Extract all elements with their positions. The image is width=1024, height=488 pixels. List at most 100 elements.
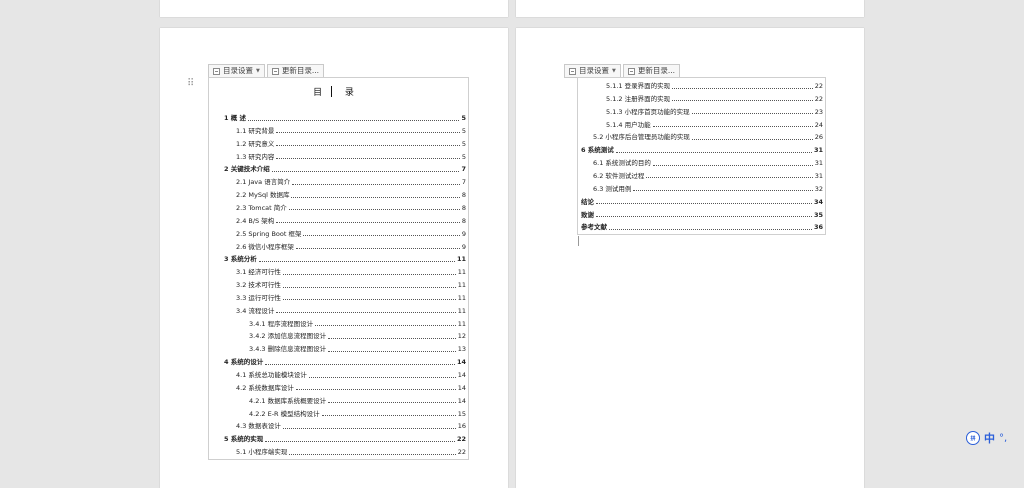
toc-entry-label: 4.3 数据表设计 xyxy=(236,422,281,431)
toc-leader-dots xyxy=(303,235,460,237)
toc-entry[interactable]: 1.1 研究背景 5 xyxy=(209,125,468,137)
toc-entry[interactable]: 6 系统测试 31 xyxy=(578,144,825,156)
toc-leader-dots xyxy=(282,427,456,429)
toc-entry[interactable]: 1 概 述 5 xyxy=(209,112,468,124)
toc-entry-label: 3 系统分析 xyxy=(224,255,257,264)
toc-leader-dots xyxy=(308,376,456,378)
ime-mode-label[interactable]: 中 xyxy=(984,430,995,446)
toc-leader-dots xyxy=(276,145,460,147)
toc-entry[interactable]: 6.1 系统测试的目的 31 xyxy=(578,157,825,169)
toc-entry[interactable]: 2.2 MySql 数据库 8 xyxy=(209,189,468,201)
toc-entry[interactable]: 6.2 软件测试过程 31 xyxy=(578,170,825,182)
toc-entry[interactable]: 4.3 数据表设计 16 xyxy=(209,420,468,432)
toc-entry-label: 6.1 系统测试的目的 xyxy=(593,159,651,168)
toc-entry-label: 5.1.4 用户功能 xyxy=(606,120,651,129)
toc-entry[interactable]: 3.4.3 删除信息流程图设计 13 xyxy=(209,343,468,355)
toc-entry[interactable]: 参考文献 36 xyxy=(578,221,825,233)
ime-logo-icon[interactable]: 拼 xyxy=(966,431,980,445)
toc-content-control-left[interactable]: 目 录 1 概 述 5 1.1 研究背景 5 1.2 研究意义 5 1.3 研究内容 5 2 关… xyxy=(208,77,469,460)
toc-leader-dots xyxy=(315,325,456,327)
toc-entry[interactable]: 3.4.1 程序流程图设计 11 xyxy=(209,318,468,330)
toc-leader-dots xyxy=(291,196,460,198)
toc-entry[interactable]: 2.1 Java 语言简介 7 xyxy=(209,176,468,188)
toc-leader-dots xyxy=(248,119,460,121)
toc-entry-page: 34 xyxy=(813,197,823,206)
toc-entry[interactable]: 3.1 经济可行性 11 xyxy=(209,266,468,278)
toc-leader-dots xyxy=(328,350,456,352)
toc-entry[interactable]: 6.3 测试用例 32 xyxy=(578,183,825,195)
toc-entry-label: 参考文献 xyxy=(581,223,607,232)
toc-entry[interactable]: 5.1.3 小程序首页功能的实现 23 xyxy=(578,106,825,118)
toc-leader-dots xyxy=(328,337,456,339)
toc-leader-dots xyxy=(646,177,813,179)
ime-punctuation-icon[interactable]: °, xyxy=(999,433,1007,444)
toc-entry-page: 14 xyxy=(457,371,466,379)
toc-entry[interactable]: 2.3 Tomcat 简介 8 xyxy=(209,202,468,214)
toc-entry[interactable]: 5.1 小程序端实现 22 xyxy=(209,446,468,458)
toc-entry-label: 4.2 系统数据库设计 xyxy=(236,383,294,392)
toc-leader-dots xyxy=(289,453,456,455)
toc-leader-dots xyxy=(271,170,460,172)
toc-entry[interactable]: 2.4 B/S 架构 8 xyxy=(209,215,468,227)
toc-entry[interactable]: 2 关键技术介绍 7 xyxy=(209,163,468,175)
toc-entry[interactable]: 3.4.2 添加信息流程图设计 12 xyxy=(209,330,468,342)
ime-indicator[interactable]: 拼 中 °, xyxy=(966,430,1007,446)
update-toc-icon xyxy=(627,67,635,75)
toc-settings-button[interactable]: 目录设置 ▼ xyxy=(564,64,621,78)
toc-entry[interactable]: 3.4 流程设计 11 xyxy=(209,305,468,317)
toc-entry-page: 31 xyxy=(814,159,823,168)
toc-entry[interactable]: 3 系统分析 11 xyxy=(209,253,468,265)
drag-handle-icon[interactable]: ⠿ xyxy=(187,79,195,89)
toc-entry[interactable]: 4 系统的设计 14 xyxy=(209,356,468,368)
toc-entry-label: 3.2 技术可行性 xyxy=(236,281,281,290)
toc-entry[interactable]: 3.2 技术可行性 11 xyxy=(209,279,468,291)
toc-entry-label: 致谢 xyxy=(581,210,594,219)
toc-leader-dots xyxy=(672,87,813,89)
update-toc-button[interactable]: 更新目录... xyxy=(622,64,681,78)
toc-entry[interactable]: 5.2 小程序后台管理员功能的实现 26 xyxy=(578,131,825,143)
toc-entry-label: 3.4.3 删除信息流程图设计 xyxy=(249,345,327,354)
toc-entry[interactable]: 5 系统的实现 22 xyxy=(209,433,468,445)
toc-entry-page: 23 xyxy=(814,107,823,116)
toc-entry-page: 8 xyxy=(461,216,466,225)
toc-entry-label: 2.6 微信小程序框架 xyxy=(236,242,294,251)
toc-entry-page: 31 xyxy=(813,146,823,155)
toc-toolbar-left: 目录设置 ▼ 更新目录... xyxy=(208,64,325,78)
toc-entry-page: 12 xyxy=(457,332,466,341)
toc-entry[interactable]: 1.3 研究内容 5 xyxy=(209,151,468,163)
update-toc-button[interactable]: 更新目录... xyxy=(266,64,325,78)
toc-entry-page: 16 xyxy=(457,422,466,431)
toc-entry-label: 2.5 Spring Boot 框架 xyxy=(236,229,302,238)
toc-entry-label: 1.3 研究内容 xyxy=(236,152,275,161)
toc-entry[interactable]: 5.1.2 注册界面的实现 22 xyxy=(578,93,825,105)
toc-entry-page: 22 xyxy=(814,82,823,90)
toc-leader-dots xyxy=(328,402,456,404)
toc-settings-label: 目录设置 xyxy=(223,66,253,75)
toc-entry-label: 5.1.1 登录界面的实现 xyxy=(606,82,671,90)
toc-entry[interactable]: 1.2 研究意义 5 xyxy=(209,138,468,150)
toc-entry[interactable]: 5.1.1 登录界面的实现 22 xyxy=(578,80,825,92)
toc-entry[interactable]: 4.2.1 数据库系统概要设计 14 xyxy=(209,395,468,407)
toc-entry-page: 11 xyxy=(457,293,466,302)
toc-entry[interactable]: 4.2 系统数据库设计 14 xyxy=(209,382,468,394)
toc-entry[interactable]: 5.1.4 用户功能 24 xyxy=(578,119,825,131)
toc-entry[interactable]: 2.5 Spring Boot 框架 9 xyxy=(209,228,468,240)
toc-settings-button[interactable]: 目录设置 ▼ xyxy=(208,64,265,78)
toc-entry-page: 5 xyxy=(461,139,466,148)
toc-leader-dots xyxy=(288,209,460,211)
toc-entry[interactable]: 4.1 系统总功能模块设计 14 xyxy=(209,369,468,381)
toc-leader-dots xyxy=(258,260,455,262)
toc-entry[interactable]: 3.3 运行可行性 11 xyxy=(209,292,468,304)
toc-entry-page: 13 xyxy=(457,345,466,354)
toc-entry-label: 5.1.2 注册界面的实现 xyxy=(606,94,671,103)
toc-leader-dots xyxy=(596,216,812,217)
toc-entry-page: 14 xyxy=(456,358,466,367)
toc-entry[interactable]: 4.2.2 E-R 模型结构设计 15 xyxy=(209,408,468,420)
toc-entry[interactable]: 2.6 微信小程序框架 9 xyxy=(209,241,468,253)
toc-entry-label: 2.2 MySql 数据库 xyxy=(236,191,290,200)
toc-content-control-right[interactable]: 5.1.1 登录界面的实现 22 5.1.2 注册界面的实现 22 5.1.3 小程序首… xyxy=(577,77,826,235)
toc-entry[interactable]: 结论 34 xyxy=(578,196,825,208)
toc-leader-dots xyxy=(609,228,812,230)
toc-entry[interactable]: 致谢 35 xyxy=(578,209,825,221)
toc-leader-dots xyxy=(265,363,455,365)
